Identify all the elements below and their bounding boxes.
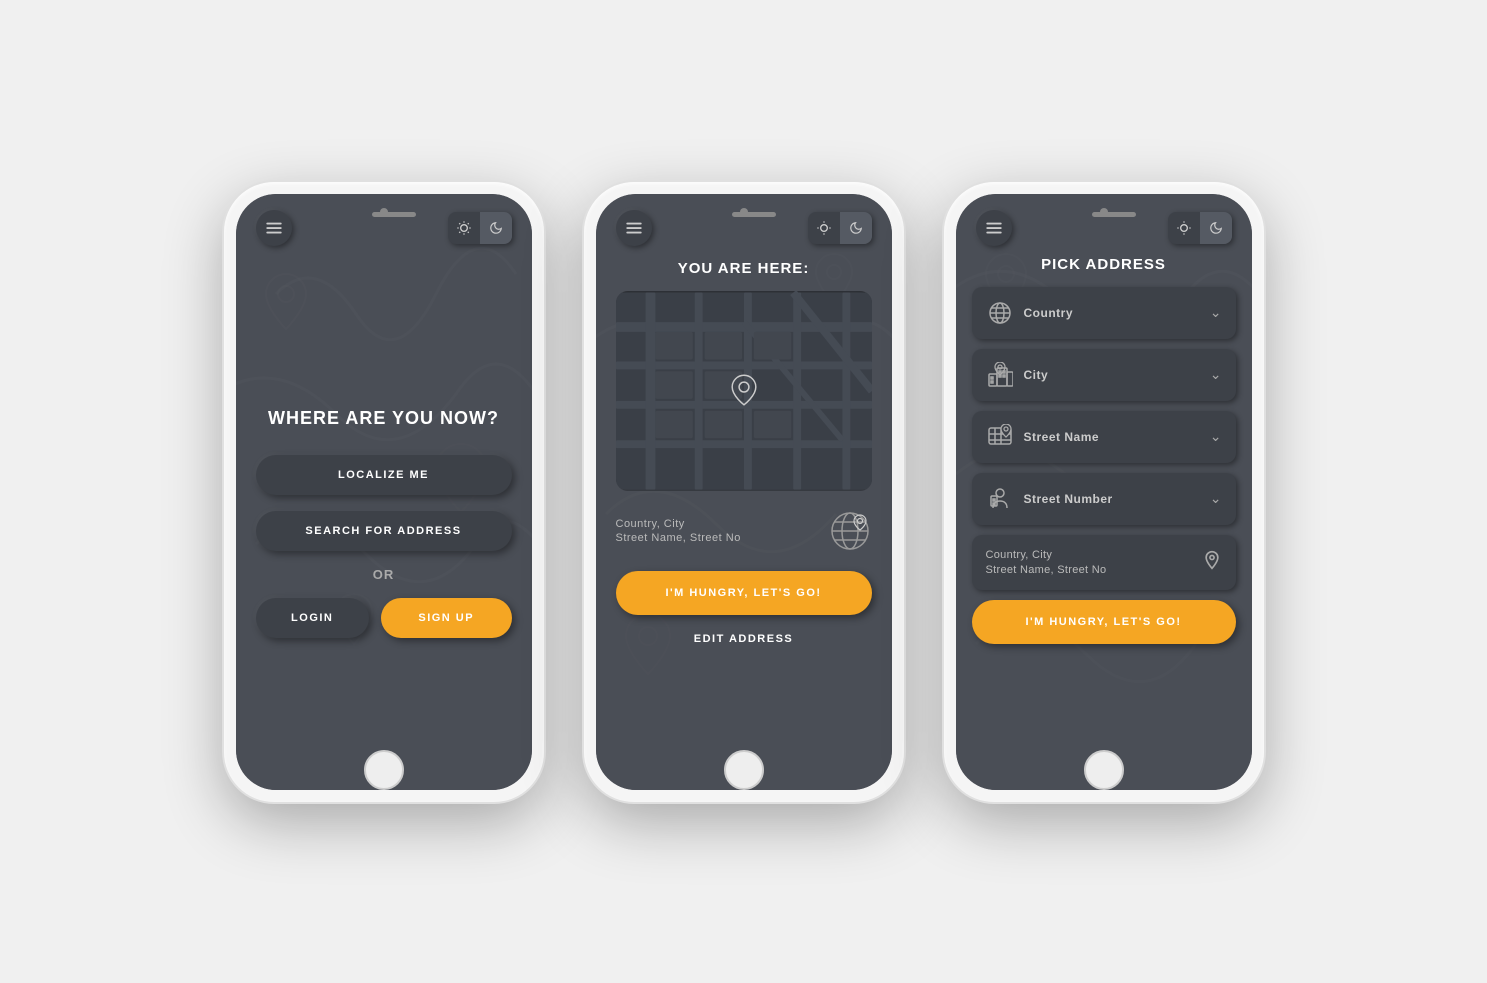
street-name-icon xyxy=(986,423,1014,451)
map-info-row: Country, City Street Name, Street No xyxy=(616,505,872,557)
country-label: Country xyxy=(1024,306,1200,320)
city-icon xyxy=(986,361,1014,389)
login-button[interactable]: LOGIN xyxy=(256,598,369,638)
street-number-label: Street Number xyxy=(1024,492,1200,506)
map-svg xyxy=(616,291,872,491)
country-icon xyxy=(986,299,1014,327)
building-field-icon xyxy=(987,486,1013,512)
moon-btn-3[interactable] xyxy=(1200,212,1232,244)
menu-icon-3 xyxy=(985,219,1003,237)
city-field-icon xyxy=(987,362,1013,388)
hungry-button-3[interactable]: I'M HUNGRY, LET'S GO! xyxy=(972,600,1236,644)
phone-home-3 xyxy=(1084,750,1124,790)
phone-1: WHERE ARE YOU NOW? LOCALIZE ME SEARCH FO… xyxy=(224,182,544,802)
sun-icon-1 xyxy=(456,220,472,236)
screen-3: PICK ADDRESS Country ⌄ xyxy=(956,194,1252,790)
map-container xyxy=(616,291,872,491)
map-address: Country, City Street Name, Street No xyxy=(616,518,741,544)
chevron-down-country: ⌄ xyxy=(1210,304,1222,321)
chevron-down-number: ⌄ xyxy=(1210,490,1222,507)
globe-icon xyxy=(828,509,872,553)
signup-button[interactable]: SIGN UP xyxy=(381,598,512,638)
address-summary: Country, City Street Name, Street No xyxy=(972,535,1236,590)
sun-btn-2[interactable] xyxy=(808,212,840,244)
main-title-1: WHERE ARE YOU NOW? xyxy=(268,408,499,429)
menu-icon-1 xyxy=(265,219,283,237)
or-label: OR xyxy=(373,567,395,582)
screen3-content: PICK ADDRESS Country ⌄ xyxy=(956,256,1252,790)
theme-toggle-2[interactable] xyxy=(808,212,872,244)
phone-home-2 xyxy=(724,750,764,790)
menu-icon-2 xyxy=(625,219,643,237)
phone-speaker-2 xyxy=(732,212,776,217)
top-bar-1 xyxy=(236,194,532,256)
pin-icon-summary xyxy=(1202,550,1222,575)
search-address-button[interactable]: SEARCH FOR ADDRESS xyxy=(256,511,512,551)
moon-icon-1 xyxy=(489,221,503,235)
phone-2: YOU ARE HERE: xyxy=(584,182,904,802)
menu-button-2[interactable] xyxy=(616,210,652,246)
you-are-here-title: YOU ARE HERE: xyxy=(678,260,810,277)
sun-btn-1[interactable] xyxy=(448,212,480,244)
chevron-down-street: ⌄ xyxy=(1210,428,1222,445)
summary-line2: Street Name, Street No xyxy=(986,564,1107,576)
address-summary-text: Country, City Street Name, Street No xyxy=(986,549,1107,576)
theme-toggle-3[interactable] xyxy=(1168,212,1232,244)
chevron-down-city: ⌄ xyxy=(1210,366,1222,383)
sun-icon-3 xyxy=(1176,220,1192,236)
country-field[interactable]: Country ⌄ xyxy=(972,287,1236,339)
localize-me-button[interactable]: LOCALIZE ME xyxy=(256,455,512,495)
hungry-button-2[interactable]: I'M HUNGRY, LET'S GO! xyxy=(616,571,872,615)
city-label: City xyxy=(1024,368,1200,382)
screen-1: WHERE ARE YOU NOW? LOCALIZE ME SEARCH FO… xyxy=(236,194,532,790)
edit-address-button[interactable]: EDIT ADDRESS xyxy=(690,629,798,649)
globe-field-icon xyxy=(987,300,1013,326)
top-bar-3 xyxy=(956,194,1252,256)
phone-3: PICK ADDRESS Country ⌄ xyxy=(944,182,1264,802)
screen-2: YOU ARE HERE: xyxy=(596,194,892,790)
phone-speaker-3 xyxy=(1092,212,1136,217)
auth-row: LOGIN SIGN UP xyxy=(256,598,512,638)
street-name-label: Street Name xyxy=(1024,430,1200,444)
phone-home-1 xyxy=(364,750,404,790)
street-number-icon xyxy=(986,485,1014,513)
menu-button-1[interactable] xyxy=(256,210,292,246)
menu-button-3[interactable] xyxy=(976,210,1012,246)
theme-toggle-1[interactable] xyxy=(448,212,512,244)
pick-address-title: PICK ADDRESS xyxy=(972,256,1236,273)
moon-icon-2 xyxy=(849,221,863,235)
moon-btn-2[interactable] xyxy=(840,212,872,244)
screen2-content: YOU ARE HERE: xyxy=(596,256,892,790)
map-address-line2: Street Name, Street No xyxy=(616,532,741,544)
top-bar-2 xyxy=(596,194,892,256)
moon-icon-3 xyxy=(1209,221,1223,235)
street-name-field[interactable]: Street Name ⌄ xyxy=(972,411,1236,463)
city-field[interactable]: City ⌄ xyxy=(972,349,1236,401)
summary-line1: Country, City xyxy=(986,549,1107,561)
street-number-field[interactable]: Street Number ⌄ xyxy=(972,473,1236,525)
street-field-icon xyxy=(987,424,1013,450)
moon-btn-1[interactable] xyxy=(480,212,512,244)
globe-svg xyxy=(828,509,872,553)
phone-speaker xyxy=(372,212,416,217)
map-address-line1: Country, City xyxy=(616,518,741,530)
pin-svg xyxy=(1202,550,1222,570)
screen1-content: WHERE ARE YOU NOW? LOCALIZE ME SEARCH FO… xyxy=(236,256,532,790)
sun-icon-2 xyxy=(816,220,832,236)
sun-btn-3[interactable] xyxy=(1168,212,1200,244)
